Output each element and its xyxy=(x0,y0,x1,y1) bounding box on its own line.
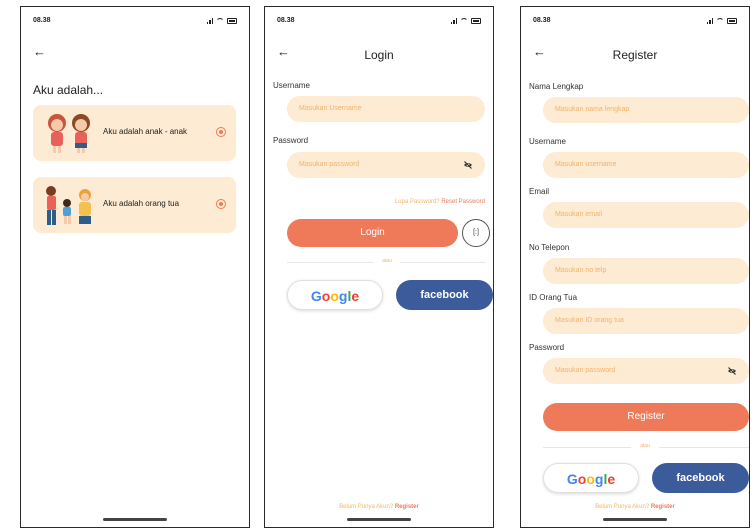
or-divider: atau xyxy=(543,443,749,453)
status-time: 08.38 xyxy=(277,17,295,24)
password-placeholder: Masukan password xyxy=(299,161,360,168)
face-id-button[interactable]: [:] xyxy=(462,219,490,247)
no-account-row: Belum Punya Akun? Register xyxy=(265,504,493,510)
page-title: Register xyxy=(612,48,658,62)
username-label: Username xyxy=(273,81,310,90)
battery-icon xyxy=(471,18,481,24)
register-button[interactable]: Register xyxy=(543,403,749,431)
family-illustration-icon xyxy=(46,186,91,225)
status-time: 08.38 xyxy=(533,17,551,24)
signal-icon xyxy=(206,18,213,24)
full-name-label: Nama Lengkap xyxy=(529,82,584,91)
no-account-row: Belum Punya Akun? Register xyxy=(521,504,749,510)
battery-icon xyxy=(727,18,737,24)
battery-icon xyxy=(227,18,237,24)
eye-off-icon[interactable] xyxy=(727,366,737,376)
facebook-register-button[interactable]: facebook xyxy=(652,463,749,493)
reset-password-link[interactable]: Reset Password xyxy=(441,199,485,205)
forgot-password-text: Lupa Password? xyxy=(394,199,440,205)
parent-id-label: ID Orang Tua xyxy=(529,293,578,302)
or-divider: atau xyxy=(287,258,486,268)
radio-selected-icon[interactable] xyxy=(216,127,226,137)
facebook-login-button[interactable]: facebook xyxy=(396,280,493,310)
login-screen: 08.38 ← Login Username Masukan Username … xyxy=(264,6,494,528)
face-scan-icon: [:] xyxy=(473,229,479,236)
signal-icon xyxy=(450,18,457,24)
back-arrow-icon[interactable]: ← xyxy=(33,45,46,58)
wifi-icon xyxy=(216,18,224,24)
home-indicator xyxy=(603,518,667,521)
password-placeholder: Masukan password xyxy=(555,367,616,374)
role-option-child[interactable]: Aku adalah anak - anak xyxy=(33,105,236,161)
google-register-button[interactable]: Google xyxy=(543,463,639,493)
email-input[interactable]: Masukan email xyxy=(543,202,749,228)
status-bar: 08.38 xyxy=(33,17,237,29)
status-time: 08.38 xyxy=(33,17,51,24)
register-screen: 08.38 ← Register Nama Lengkap Masukan na… xyxy=(520,6,750,528)
parent-id-input[interactable]: Masukan ID orang tua xyxy=(543,308,749,334)
home-indicator xyxy=(347,518,411,521)
status-bar: 08.38 xyxy=(533,17,737,29)
password-label: Password xyxy=(529,343,565,352)
login-button[interactable]: Login xyxy=(287,219,458,247)
wifi-icon xyxy=(716,18,724,24)
divider-text: atau xyxy=(640,443,650,449)
signal-icon xyxy=(706,18,713,24)
username-input[interactable]: Masukan Username xyxy=(287,96,485,122)
role-option-label: Aku adalah orang tua xyxy=(103,199,180,208)
role-option-label: Aku adalah anak - anak xyxy=(103,127,188,136)
eye-off-icon[interactable] xyxy=(463,160,473,170)
no-account-text: Belum Punya Akun? xyxy=(595,504,650,510)
email-label: Email xyxy=(529,187,550,196)
register-link[interactable]: Register xyxy=(651,504,675,510)
username-input[interactable]: Masukan username xyxy=(543,152,749,178)
register-link[interactable]: Register xyxy=(395,504,419,510)
home-indicator xyxy=(103,518,167,521)
wifi-icon xyxy=(460,18,468,24)
username-label: Username xyxy=(529,137,566,146)
children-illustration-icon xyxy=(48,114,90,153)
password-input[interactable]: Masukan password xyxy=(543,358,749,384)
password-input[interactable]: Masukan password xyxy=(287,152,485,178)
password-label: Password xyxy=(273,136,309,145)
role-select-screen: 08.38 ← Aku adalah... Aku adalah anak - … xyxy=(20,6,250,528)
google-login-button[interactable]: Google xyxy=(287,280,383,310)
status-bar: 08.38 xyxy=(277,17,481,29)
forgot-password-row: Lupa Password? Reset Password xyxy=(395,199,485,205)
divider-text: atau xyxy=(382,258,392,264)
role-option-parent[interactable]: Aku adalah orang tua xyxy=(33,177,236,233)
phone-label: No Telepon xyxy=(529,243,570,252)
phone-input[interactable]: Masukan no telp xyxy=(543,258,749,284)
full-name-input[interactable]: Masukan nama lengkap xyxy=(543,97,749,123)
page-title: Login xyxy=(364,48,394,62)
radio-selected-icon[interactable] xyxy=(216,199,226,209)
role-heading: Aku adalah... xyxy=(33,83,104,97)
no-account-text: Belum Punya Akun? xyxy=(339,504,394,510)
